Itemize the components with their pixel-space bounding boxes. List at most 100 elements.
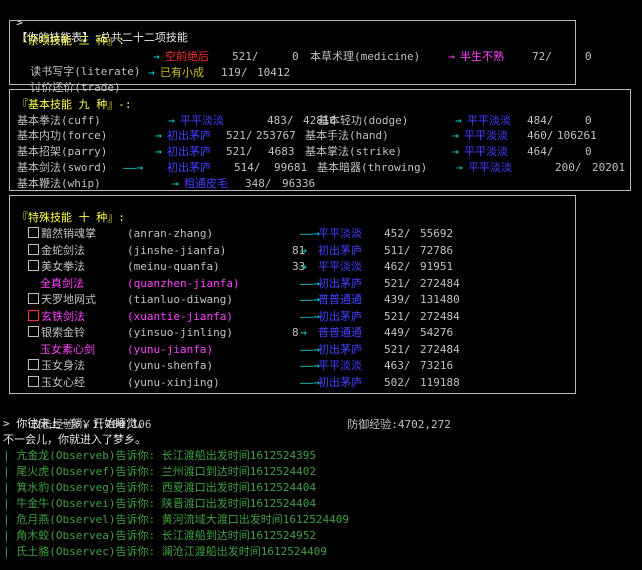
basic-row-1: 基本拳法(cuff) [17, 114, 101, 127]
skill-level-2: 平平淡淡 [467, 114, 511, 127]
special-skill-id: (yunu-jianfa) [127, 343, 214, 356]
skill-num: 521/ [232, 50, 259, 63]
skill-num: 521/ [384, 277, 411, 290]
skill-exp: 272484 [420, 343, 460, 356]
skill-level: 普普通通 [318, 293, 362, 306]
special-skill-name: 全真剑法 [40, 276, 84, 291]
skill-num: 439/ [384, 293, 411, 306]
defense-value: 4702,272 [397, 418, 451, 431]
skill-level-2: 平平淡淡 [464, 129, 508, 142]
skill-level: 已有小成 [160, 66, 204, 79]
skill-level: 平平淡淡 [180, 114, 224, 127]
skill-exp: 99681 [274, 161, 308, 174]
special-skill-label: 银索金铃 [41, 326, 85, 339]
skill-level: 初出茅庐 [318, 376, 362, 389]
skill-exp: 253767 [256, 129, 296, 142]
skill-level: 粗通皮毛 [184, 177, 228, 190]
special-skill-name: 黯然销魂掌 [28, 226, 96, 241]
skill-exp: 73216 [420, 359, 454, 372]
special-heading: 『特殊技能 十 种』: [17, 211, 125, 224]
checkbox-icon [28, 376, 39, 387]
arrow-icon: → [452, 145, 459, 158]
special-skill-label: 全真剑法 [40, 277, 84, 290]
arrow-icon: → [448, 50, 455, 63]
defense-label: 防御经验: [347, 418, 398, 431]
checkbox-icon [28, 326, 39, 337]
basic-row-4: 基本剑法(sword) [17, 161, 108, 174]
special-skill-label: 玉女身法 [41, 359, 85, 372]
skill-exp-2: 20201 [592, 161, 626, 174]
arrow-icon: ——→ [300, 293, 320, 306]
skill-num: 452/ [384, 227, 411, 240]
skill-level: 初出茅庐 [167, 129, 211, 142]
skill-level: 初出茅庐 [167, 161, 211, 174]
skill-num: 502/ [384, 376, 411, 389]
special-skill-prefix: 8 [292, 326, 299, 339]
arrow-icon: ——→ [300, 310, 320, 323]
special-skill-id: (yunu-xinjing) [127, 376, 220, 389]
log-line: | 角木蛟(Observea)告诉你: 长江渡船到达时间1612524952 [3, 529, 316, 542]
skill-level-2: 半生不熟 [460, 50, 504, 63]
basic-heading: 『基本技能 九 种』-: [17, 98, 132, 111]
special-skill-name: 玉女心经 [28, 375, 85, 390]
skill-level-2: 平平淡淡 [468, 161, 512, 174]
checkbox-icon [28, 227, 39, 238]
basic-row-3: 基本招架(parry) [17, 145, 108, 158]
checkbox-icon [28, 359, 39, 370]
special-skill-label: 金蛇剑法 [41, 244, 85, 257]
skill-num: 511/ [384, 244, 411, 257]
skill-exp-2: 0 [585, 145, 592, 158]
arrow-icon: → [300, 260, 307, 273]
special-skill-label: 玉女心经 [41, 376, 85, 389]
skill-level: 初出茅庐 [167, 145, 211, 158]
skill-exp: 54276 [420, 326, 454, 339]
misc-heading: 『杂项技能 三 种』: [17, 34, 125, 47]
arrow-icon: → [153, 50, 160, 63]
skill-exp: 0 [292, 50, 299, 63]
special-skill-name: 金蛇剑法 [28, 243, 85, 258]
skill-exp: 119188 [420, 376, 460, 389]
log-line: 不一会儿，你就进入了梦乡。 [3, 433, 146, 446]
basic-row-2: 基本内功(force) [17, 129, 108, 142]
arrow-icon: → [456, 161, 463, 174]
log-line: | 尾火虎(Observef)告诉你: 兰州渡口到达时间1612524402 [3, 465, 316, 478]
skill-exp: 55692 [420, 227, 454, 240]
special-skill-id: (tianluo-diwang) [127, 293, 233, 306]
skill-exp: 131480 [420, 293, 460, 306]
log-line: | 亢金龙(Observeb)告诉你: 长江渡船出发时间1612524395 [3, 449, 316, 462]
skill-name-2: 基本掌法(strike) [305, 145, 402, 158]
skill-num: 521/ [226, 145, 253, 158]
special-skill-label: 玉女素心剑 [40, 343, 95, 356]
skill-exp-2: 106261 [557, 129, 597, 142]
skill-exp: 4683 [268, 145, 295, 158]
skill-name-2: 基本手法(hand) [305, 129, 389, 142]
skill-level: 初出茅庐 [318, 244, 362, 257]
arrow-icon: → [300, 244, 307, 257]
special-skill-id: (xuantie-jianfa) [127, 310, 233, 323]
skill-level: 空前绝后 [165, 50, 209, 63]
skill-exp: 91951 [420, 260, 454, 273]
skill-num: 463/ [384, 359, 411, 372]
skill-name-2: 本草术理(medicine) [310, 50, 421, 63]
special-skill-id: (jinshe-jianfa) [127, 244, 227, 257]
skill-num: 521/ [384, 343, 411, 356]
skill-num: 514/ [234, 161, 261, 174]
special-skill-name: 美女拳法 [28, 259, 85, 274]
skill-exp: 272484 [420, 310, 460, 323]
arrow-icon: → [452, 129, 459, 142]
special-skill-label: 玄铁剑法 [41, 310, 85, 323]
skill-num-2: 484/ [527, 114, 554, 127]
skill-num-2: 72/ [532, 50, 552, 63]
skill-name-2: 基本暗器(throwing) [317, 161, 428, 174]
skill-level: 平平淡淡 [318, 227, 362, 240]
skill-num-2: 460/ [527, 129, 554, 142]
skill-num-2: 464/ [527, 145, 554, 158]
basic-row-5: 基本鞭法(whip) [17, 177, 101, 190]
skill-name-2: 基本轻功(dodge) [318, 114, 409, 127]
arrow-icon: → [168, 114, 175, 127]
skill-num: 449/ [384, 326, 411, 339]
arrow-icon: → [148, 66, 155, 79]
special-skill-label: 美女拳法 [41, 260, 85, 273]
special-skill-name: 银索金铃 [28, 325, 85, 340]
checkbox-icon [28, 244, 39, 255]
